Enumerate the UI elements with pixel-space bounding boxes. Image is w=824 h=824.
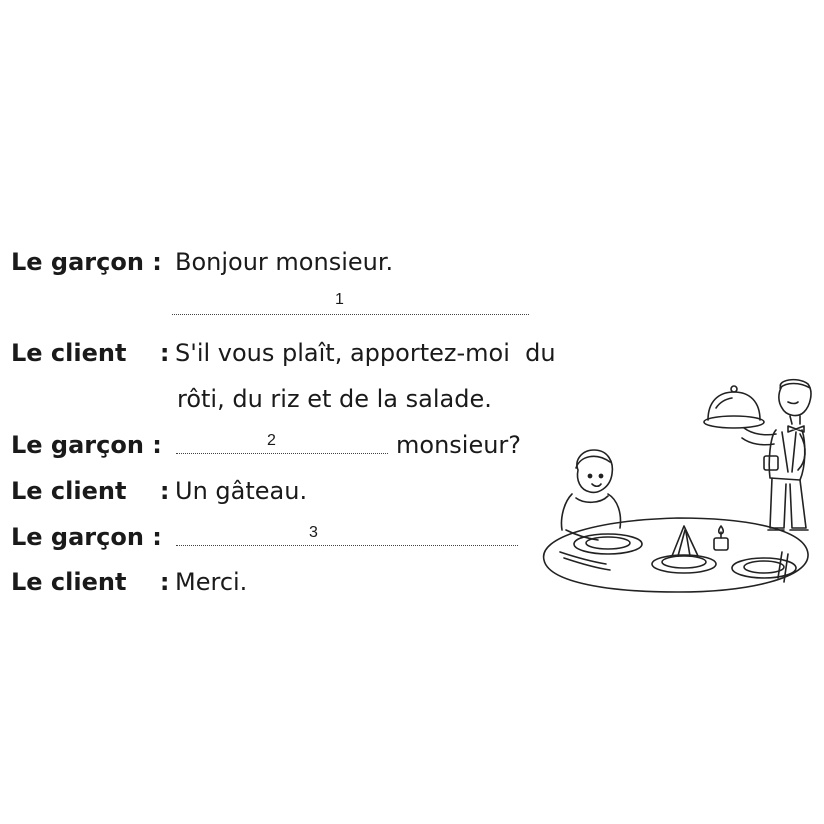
candle-icon: [713, 525, 729, 551]
speaker-label-client: Le client :: [11, 568, 170, 596]
speaker-label-client: Le client :: [11, 339, 170, 367]
dialogue-line-greeting: Bonjour monsieur.: [175, 248, 394, 276]
speaker-label-waiter: Le garçon :: [11, 431, 162, 459]
blank-number-2: 2: [267, 432, 276, 449]
speaker-label-waiter: Le garçon :: [11, 248, 162, 276]
plate-right-icon: [731, 551, 797, 583]
child-figure: [560, 449, 622, 541]
answer-blank-1[interactable]: [172, 314, 529, 315]
dialogue-line-thanks: Merci.: [175, 568, 248, 596]
dialogue-line-order-continued: rôti, du riz et de la salade.: [177, 385, 492, 413]
plate-left-icon: [559, 533, 643, 571]
cloche-icon: [703, 385, 765, 429]
dialogue-line-dessert: Un gâteau.: [175, 477, 308, 505]
restaurant-waiter-child-scene-icon: [542, 378, 812, 593]
dialogue-line-order: S'il vous plaît, apportez-moi du: [175, 339, 556, 367]
blank-number-1: 1: [335, 291, 344, 308]
worksheet: { "dialogue": [ {"speaker": "Le garçon :…: [0, 0, 824, 824]
speaker-label-waiter: Le garçon :: [11, 523, 162, 551]
answer-blank-3[interactable]: [176, 545, 518, 546]
answer-blank-2[interactable]: [176, 453, 388, 454]
dialogue-line-question-end: monsieur?: [396, 431, 522, 459]
speaker-label-client: Le client :: [11, 477, 170, 505]
blank-number-3: 3: [309, 524, 318, 541]
waiter-figure: [741, 378, 812, 531]
plate-center-icon: [651, 525, 717, 574]
